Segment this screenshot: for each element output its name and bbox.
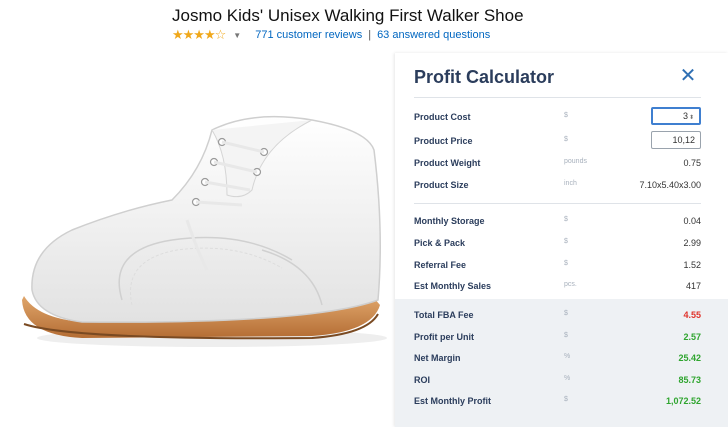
monthly-storage-row: Monthly Storage $ 0.04 <box>414 211 701 231</box>
product-price-label: Product Price <box>414 136 473 146</box>
est-monthly-sales-row: Est Monthly Sales pcs. 417 <box>414 276 701 296</box>
product-cost-input[interactable]: 3⬍ <box>651 107 701 125</box>
product-weight-value: 0.75 <box>683 158 701 168</box>
product-size-row: Product Size inch 7.10x5.40x3.00 <box>414 175 701 195</box>
product-weight-row: Product Weight pounds 0.75 <box>414 153 701 173</box>
profit-calculator-panel: Profit Calculator ✕ Product Cost $ 3⬍ Pr… <box>395 53 728 427</box>
stepper-icon[interactable]: ⬍ <box>689 115 694 121</box>
referral-fee-value: 1.52 <box>683 260 701 270</box>
net-margin-unit: % <box>564 353 571 360</box>
est-monthly-profit-unit: $ <box>564 396 568 403</box>
total-fba-fee-unit: $ <box>564 310 568 317</box>
pick-pack-label: Pick & Pack <box>414 238 466 248</box>
net-margin-value: 25.42 <box>678 353 701 363</box>
product-cost-row: Product Cost $ 3⬍ <box>414 107 701 127</box>
close-icon[interactable]: ✕ <box>677 66 699 88</box>
roi-row: ROI % 85.73 <box>414 370 701 390</box>
pick-pack-unit: $ <box>564 238 568 245</box>
product-weight-label: Product Weight <box>414 158 481 168</box>
product-size-label: Product Size <box>414 180 469 190</box>
divider <box>414 203 701 204</box>
pick-pack-value: 2.99 <box>683 238 701 248</box>
referral-fee-row: Referral Fee $ 1.52 <box>414 255 701 275</box>
summary-section: Total FBA Fee $ 4.55 Profit per Unit $ 2… <box>395 299 728 427</box>
product-size-value: 7.10x5.40x3.00 <box>639 180 701 190</box>
est-monthly-profit-row: Est Monthly Profit $ 1,072.52 <box>414 391 701 411</box>
product-image[interactable] <box>12 100 397 360</box>
product-price-unit: $ <box>564 136 568 143</box>
net-margin-row: Net Margin % 25.42 <box>414 348 701 368</box>
referral-fee-label: Referral Fee <box>414 260 467 270</box>
est-monthly-sales-value: 417 <box>685 281 701 291</box>
est-monthly-profit-label: Est Monthly Profit <box>414 396 491 406</box>
shoe-illustration <box>22 115 387 347</box>
monthly-storage-label: Monthly Storage <box>414 216 485 226</box>
profit-per-unit-value: 2.57 <box>683 332 701 342</box>
answered-questions-link[interactable]: 63 answered questions <box>377 29 490 41</box>
product-cost-label: Product Cost <box>414 112 471 122</box>
separator: | <box>368 29 372 41</box>
product-price-row: Product Price $ 10,12 <box>414 131 701 151</box>
monthly-storage-value: 0.04 <box>683 216 701 226</box>
product-cost-unit: $ <box>564 112 568 119</box>
roi-value: 85.73 <box>678 375 701 385</box>
product-title: Josmo Kids' Unisex Walking First Walker … <box>172 6 524 25</box>
chevron-down-icon[interactable]: ▼ <box>233 31 241 40</box>
total-fba-fee-value: 4.55 <box>683 310 701 320</box>
customer-reviews-link[interactable]: 771 customer reviews <box>255 29 362 41</box>
star-rating-icon[interactable]: ★★★★☆ <box>172 27 226 43</box>
est-monthly-sales-label: Est Monthly Sales <box>414 281 492 291</box>
total-fba-fee-label: Total FBA Fee <box>414 310 474 320</box>
divider <box>414 97 701 98</box>
referral-fee-unit: $ <box>564 260 568 267</box>
product-size-unit: inch <box>564 180 577 187</box>
est-monthly-sales-unit: pcs. <box>564 281 577 288</box>
net-margin-label: Net Margin <box>414 353 461 363</box>
monthly-storage-unit: $ <box>564 216 568 223</box>
roi-unit: % <box>564 375 571 382</box>
roi-label: ROI <box>414 375 431 385</box>
est-monthly-profit-value: 1,072.52 <box>665 396 701 406</box>
profit-per-unit-row: Profit per Unit $ 2.57 <box>414 327 701 347</box>
pick-pack-row: Pick & Pack $ 2.99 <box>414 233 701 253</box>
product-price-input[interactable]: 10,12 <box>651 131 701 149</box>
profit-per-unit-label: Profit per Unit <box>414 332 474 342</box>
product-cost-value: 3 <box>682 111 688 121</box>
rating-row: ★★★★☆ ▼ 771 customer reviews | 63 answer… <box>172 27 490 43</box>
product-weight-unit: pounds <box>564 158 587 165</box>
profit-per-unit-unit: $ <box>564 332 568 339</box>
total-fba-fee-row: Total FBA Fee $ 4.55 <box>414 305 701 325</box>
calculator-title: Profit Calculator <box>414 67 555 87</box>
